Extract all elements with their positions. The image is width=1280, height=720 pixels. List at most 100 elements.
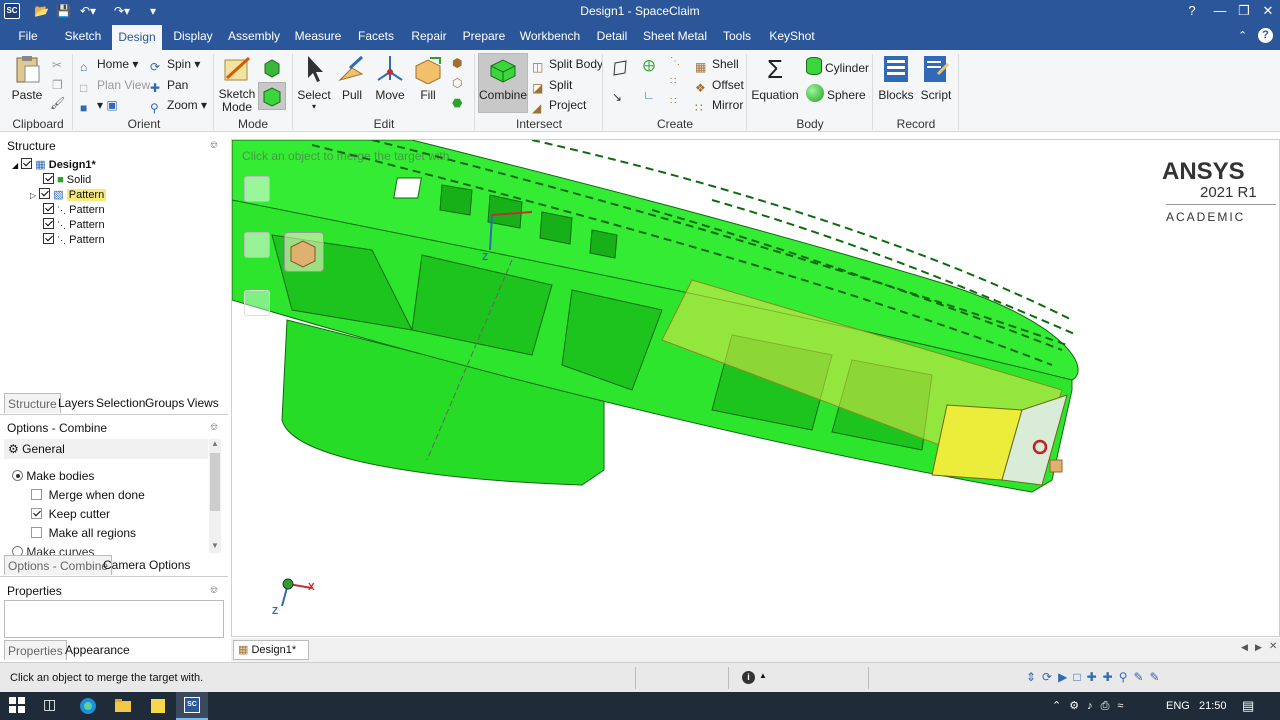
properties-grid[interactable]	[4, 600, 224, 638]
3d-mode-icon[interactable]	[258, 82, 286, 110]
tab-file[interactable]: File	[10, 22, 46, 50]
combine-button[interactable]: Combine	[478, 53, 528, 113]
doc-tab-design1[interactable]: ▦ Design1* ✕	[233, 640, 309, 674]
tool-guide-select-icon[interactable]	[244, 176, 270, 202]
close-button[interactable]: ✕	[1254, 0, 1280, 22]
task-view-icon[interactable]: ◫	[43, 696, 63, 716]
input-language[interactable]: ENG	[1166, 692, 1190, 720]
view-cube-button[interactable]: ■ ▾ ▣	[80, 96, 118, 115]
tab-options-combine[interactable]: Options - Combine	[4, 555, 113, 575]
tray-icons[interactable]: ⌃⚙♪⎙≈	[1052, 692, 1131, 720]
tab-close-all-icon[interactable]: ✕	[1269, 641, 1277, 652]
edit-extra-icon-3[interactable]: ⬣	[452, 96, 462, 110]
cylinder-button[interactable]: Cylinder	[806, 57, 869, 79]
plane-icon[interactable]	[612, 60, 628, 76]
move-button[interactable]: Move	[372, 54, 408, 102]
edit-extra-icon-1[interactable]: ⬢	[452, 56, 462, 70]
graphics-viewport[interactable]: Click an object to merge the target with…	[231, 139, 1280, 637]
make-curves-radio[interactable]: Make curves	[12, 545, 94, 555]
tree-item-checkbox[interactable]	[43, 218, 54, 229]
tab-groups[interactable]: Groups	[142, 393, 187, 413]
options-scrollbar[interactable]: ▲ ▼	[209, 439, 221, 553]
make-bodies-radio[interactable]: Make bodies	[12, 469, 94, 483]
split-button[interactable]: ◪ Split	[532, 76, 572, 95]
shell-button[interactable]: ▦ Shell	[695, 55, 739, 74]
copy-icon[interactable]: ❐	[52, 78, 63, 92]
zoom-button[interactable]: ⚲ Zoom ▾	[150, 96, 207, 115]
tab-keyshot[interactable]: KeyShot	[766, 22, 818, 50]
tab-prepare[interactable]: Prepare	[460, 22, 508, 50]
info-icon[interactable]: i	[742, 671, 755, 684]
offset-button[interactable]: ❖ Offset	[695, 76, 744, 95]
tab-design[interactable]: Design	[112, 25, 162, 50]
scroll-down-icon[interactable]: ▼	[209, 541, 221, 553]
options-general-header[interactable]: ⚙ General	[4, 439, 208, 459]
tab-detail[interactable]: Detail	[592, 22, 632, 50]
pattern-icon[interactable]: ⋱	[670, 56, 680, 67]
ribbon-collapse-icon[interactable]: ⌃	[1238, 29, 1247, 42]
scroll-up-icon[interactable]: ▲	[209, 439, 221, 451]
tab-measure[interactable]: Measure	[292, 22, 344, 50]
info-dropdown-icon[interactable]: ▲	[759, 671, 767, 680]
pin-icon[interactable]: ⎊	[210, 582, 218, 600]
paste-button[interactable]: Paste	[8, 54, 46, 102]
script-button[interactable]: Script	[918, 54, 954, 102]
plan-view-button[interactable]: □ Plan View	[80, 76, 150, 95]
split-body-button[interactable]: ◫ Split Body	[532, 55, 603, 74]
project-button[interactable]: ◢ Project	[532, 96, 586, 115]
file-explorer-icon[interactable]	[113, 696, 133, 716]
tab-layers[interactable]: Layers	[55, 393, 97, 413]
origin-icon[interactable]: ⨁	[643, 58, 655, 72]
tab-sketch[interactable]: Sketch	[60, 22, 106, 50]
spin-button[interactable]: ⟳ Spin ▾	[150, 55, 200, 74]
pattern-grid-icon[interactable]: ∷	[670, 96, 676, 107]
make-all-regions-checkbox[interactable]: Make all regions	[31, 526, 136, 540]
home-button[interactable]: ⌂ Home ▾	[80, 55, 138, 74]
help-toggle-icon[interactable]: ?	[1178, 0, 1206, 22]
spaceclaim-taskbar-icon[interactable]: SC	[176, 692, 208, 720]
keep-cutter-checkbox[interactable]: Keep cutter	[31, 507, 110, 521]
tool-guide-cutter-icon[interactable]	[244, 232, 270, 258]
equation-button[interactable]: Σ Equation	[750, 54, 800, 102]
select-button[interactable]: Select ▾	[296, 54, 332, 111]
tab-facets[interactable]: Facets	[354, 22, 398, 50]
tree-root-checkbox[interactable]	[21, 158, 33, 169]
model-body[interactable]	[232, 140, 1280, 637]
sphere-button[interactable]: Sphere	[806, 84, 866, 106]
clock[interactable]: 21:50	[1199, 692, 1227, 720]
sticky-notes-icon[interactable]	[148, 696, 168, 716]
tool-guide-merge-icon[interactable]	[284, 232, 324, 272]
status-tool-icons[interactable]: ⇕⟳▶□✚✚⚲✎✎	[1026, 670, 1276, 684]
tab-appearance[interactable]: Appearance	[62, 640, 133, 660]
tab-scroll-right-icon[interactable]: ▶	[1255, 642, 1262, 653]
pattern-circular-icon[interactable]: ∷	[670, 76, 676, 87]
tree-item-pattern[interactable]: ⋱ Pattern	[43, 218, 105, 233]
merge-when-done-checkbox[interactable]: Merge when done	[31, 488, 145, 502]
fill-button[interactable]: Fill	[412, 54, 444, 102]
sketch-mode-button[interactable]: Sketch Mode	[217, 54, 257, 114]
mirror-button[interactable]: ∷ Mirror	[695, 96, 743, 115]
tree-root[interactable]: ◢ ▦ Design1*	[12, 158, 96, 173]
pan-button[interactable]: ✚ Pan	[150, 76, 188, 95]
tab-structure[interactable]: Structure	[4, 393, 61, 413]
point-icon[interactable]: ∟	[643, 88, 655, 102]
tab-views[interactable]: Views	[184, 393, 222, 413]
tool-guide-extra-icon[interactable]	[244, 290, 270, 316]
expand-icon[interactable]: ▷	[30, 191, 36, 200]
section-mode-icon[interactable]	[262, 58, 282, 78]
pull-button[interactable]: Pull	[336, 54, 368, 102]
tab-sheet-metal[interactable]: Sheet Metal	[642, 22, 708, 50]
collapse-icon[interactable]: ◢	[12, 161, 18, 170]
tab-selection[interactable]: Selection	[93, 393, 148, 413]
tree-item-checkbox[interactable]	[43, 233, 54, 244]
windows-start-icon[interactable]	[8, 696, 28, 716]
tree-item-pattern-selected[interactable]: ▷ ▧ Pattern	[30, 188, 107, 203]
tab-scroll-left-icon[interactable]: ◀	[1241, 642, 1248, 653]
cut-icon[interactable]: ✂	[52, 58, 62, 72]
tree-item-checkbox[interactable]	[43, 173, 54, 184]
pin-icon[interactable]: ⎊	[210, 137, 218, 155]
blocks-button[interactable]: Blocks	[876, 54, 916, 102]
tab-display[interactable]: Display	[170, 22, 216, 50]
tab-assembly[interactable]: Assembly	[226, 22, 282, 50]
tab-workbench[interactable]: Workbench	[518, 22, 582, 50]
